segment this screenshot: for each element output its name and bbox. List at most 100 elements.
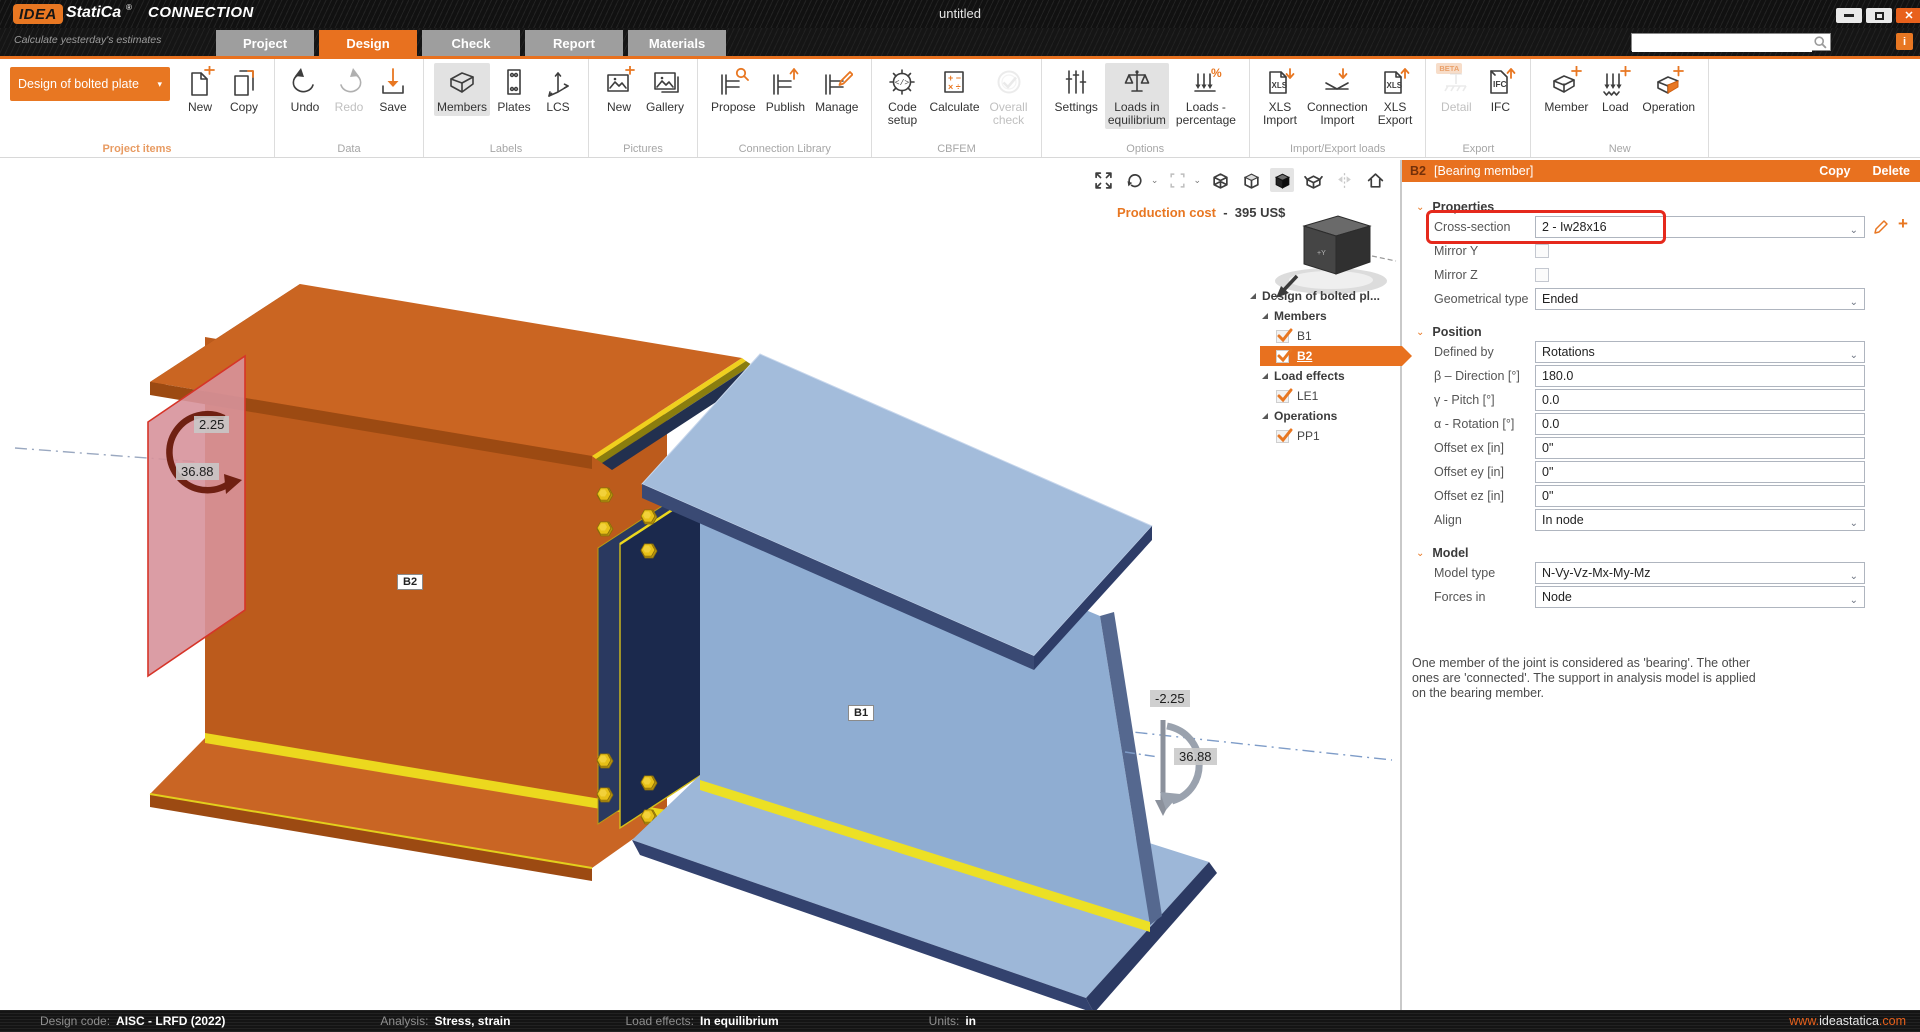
tree-expander-icon[interactable] xyxy=(1262,373,1268,379)
ribbon-button-code-setup[interactable]: </>Codesetup xyxy=(882,63,922,129)
ribbon-button-copy[interactable]: Copy xyxy=(224,63,264,116)
ribbon-button-gallery[interactable]: Gallery xyxy=(643,63,687,116)
chevron-down-icon[interactable]: ⌄ xyxy=(1850,567,1858,587)
ribbon-button-label: Undo xyxy=(291,101,320,114)
ribbon-button-new[interactable]: New xyxy=(180,63,220,116)
chevron-down-icon[interactable]: ⌄ xyxy=(1850,591,1858,611)
ribbon-button-xls-import[interactable]: XLSXLSImport xyxy=(1260,63,1300,129)
rotate-view-icon[interactable] xyxy=(1123,168,1147,192)
ribbon-button-save[interactable]: Save xyxy=(373,63,413,116)
input-field-rotation[interactable]: 0.0 xyxy=(1535,413,1865,435)
ribbon-button-new[interactable]: New xyxy=(599,63,639,116)
tab-check[interactable]: Check xyxy=(422,30,520,56)
input-field-offset-ey-in[interactable]: 0" xyxy=(1535,461,1865,483)
checkbox[interactable] xyxy=(1276,430,1289,443)
home-view-icon[interactable] xyxy=(1363,168,1387,192)
bearing-member-note: One member of the joint is considered as… xyxy=(1412,656,1772,701)
tree-item-le1[interactable]: LE1 xyxy=(1238,386,1398,406)
cube-wireframe-icon[interactable] xyxy=(1208,168,1232,192)
tree-expander-icon[interactable] xyxy=(1262,313,1268,319)
ribbon-button-redo: Redo xyxy=(329,63,369,116)
dropdown-defined-by[interactable]: Rotations⌄ xyxy=(1535,341,1865,363)
input-field-offset-ex-in[interactable]: 0" xyxy=(1535,437,1865,459)
ribbon-button-connection-import[interactable]: ConnectionImport xyxy=(1304,63,1371,129)
ribbon-button-load[interactable]: Load xyxy=(1595,63,1635,116)
minimize-button[interactable] xyxy=(1836,8,1862,23)
tab-design[interactable]: Design xyxy=(319,30,417,56)
cube-solid-icon[interactable] xyxy=(1270,168,1294,192)
chevron-down-icon: ⌄ xyxy=(1416,327,1424,338)
ribbon-button-operation[interactable]: Operation xyxy=(1639,63,1698,116)
member-label-b2[interactable]: B2 xyxy=(397,574,423,590)
cube-hidden-line-icon[interactable] xyxy=(1239,168,1263,192)
project-item-selector[interactable]: Design of bolted plate▾ xyxy=(10,67,170,101)
input-field-pitch[interactable]: 0.0 xyxy=(1535,389,1865,411)
model-viewport[interactable]: +Y ⌄⌄ Production cost - 395 US$ Design o… xyxy=(0,160,1397,1010)
dropdown-model-type[interactable]: N-Vy-Vz-Mx-My-Mz⌄ xyxy=(1535,562,1865,584)
ribbon-button-undo[interactable]: Undo xyxy=(285,63,325,116)
ribbon-button-members[interactable]: Members xyxy=(434,63,490,116)
ribbon-button-ifc[interactable]: IFCIFC xyxy=(1480,63,1520,116)
section-header-position[interactable]: ⌄Position xyxy=(1416,323,1482,341)
ribbon-button-calculate[interactable]: + −× ÷Calculate xyxy=(926,63,982,116)
tree-expander-icon[interactable] xyxy=(1262,413,1268,419)
input-field-offset-ez-in[interactable]: 0" xyxy=(1535,485,1865,507)
tab-materials[interactable]: Materials xyxy=(628,30,726,56)
ribbon-button-propose[interactable]: Propose xyxy=(708,63,759,116)
member-label-b1[interactable]: B1 xyxy=(848,705,874,721)
tab-project[interactable]: Project xyxy=(216,30,314,56)
ribbon-button-member[interactable]: Member xyxy=(1541,63,1591,116)
tree-expander-icon[interactable] xyxy=(1250,293,1256,299)
ribbon-button-lcs[interactable]: LCS xyxy=(538,63,578,116)
tree-item-pp1[interactable]: PP1 xyxy=(1238,426,1398,446)
maximize-button[interactable] xyxy=(1866,8,1892,23)
website-link[interactable]: www.ideastatica.com xyxy=(1789,1014,1906,1028)
search-box[interactable] xyxy=(1631,33,1831,51)
search-input[interactable] xyxy=(1632,36,1812,52)
zoom-fit-icon[interactable] xyxy=(1092,168,1116,192)
edit-cross-section-icon[interactable] xyxy=(1872,218,1890,241)
undo-icon xyxy=(288,65,322,99)
tree-item-b1[interactable]: B1 xyxy=(1238,326,1398,346)
chevron-down-icon[interactable]: ⌄ xyxy=(1193,175,1201,186)
ribbon-button-xls-export[interactable]: XLSXLSExport xyxy=(1375,63,1416,129)
property-label-mirror-z: Mirror Z xyxy=(1434,264,1478,286)
chevron-down-icon[interactable]: ⌄ xyxy=(1850,293,1858,313)
section-header-model[interactable]: ⌄Model xyxy=(1416,544,1469,562)
search-icon[interactable] xyxy=(1813,35,1828,55)
ribbon-button-publish[interactable]: Publish xyxy=(763,63,808,116)
chevron-down-icon[interactable]: ⌄ xyxy=(1850,346,1858,366)
tree-root[interactable]: Design of bolted pl... xyxy=(1238,286,1398,306)
tree-group-load-effects[interactable]: Load effects xyxy=(1238,366,1398,386)
input-field-direction[interactable]: 180.0 xyxy=(1535,365,1865,387)
ribbon-button-loads-in-equilibrium[interactable]: Loads inequilibrium xyxy=(1105,63,1169,129)
checkbox-mirror-z[interactable] xyxy=(1535,268,1549,282)
cube-transparent-icon[interactable] xyxy=(1301,168,1325,192)
ribbon-button-settings[interactable]: Settings xyxy=(1052,63,1101,116)
info-button[interactable]: i xyxy=(1896,33,1913,50)
dropdown-align[interactable]: In node⌄ xyxy=(1535,509,1865,531)
add-cross-section-button[interactable]: + xyxy=(1898,214,1908,234)
checkbox[interactable] xyxy=(1276,350,1289,363)
dropdown-forces-in[interactable]: Node⌄ xyxy=(1535,586,1865,608)
checkbox[interactable] xyxy=(1276,330,1289,343)
beam-b1-blue[interactable] xyxy=(632,354,1217,1010)
production-cost: Production cost - 395 US$ xyxy=(1117,205,1285,220)
chevron-down-icon[interactable]: ⌄ xyxy=(1151,175,1159,186)
ribbon-button-plates[interactable]: Plates xyxy=(494,63,534,116)
dropdown-geometrical-type[interactable]: Ended⌄ xyxy=(1535,288,1865,310)
checkbox-mirror-y[interactable] xyxy=(1535,244,1549,258)
ribbon-button-label: Manage xyxy=(815,101,858,114)
ribbon-button-manage[interactable]: Manage xyxy=(812,63,861,116)
tab-report[interactable]: Report xyxy=(525,30,623,56)
tree-group-operations[interactable]: Operations xyxy=(1238,406,1398,426)
tree-group-members[interactable]: Members xyxy=(1238,306,1398,326)
chevron-down-icon[interactable]: ⌄ xyxy=(1850,514,1858,534)
chevron-down-icon[interactable]: ⌄ xyxy=(1850,221,1858,241)
checkbox[interactable] xyxy=(1276,390,1289,403)
ribbon-button-loads-percentage[interactable]: %Loads -percentage xyxy=(1173,63,1239,129)
tree-item-b2[interactable]: B2 xyxy=(1238,346,1398,366)
svg-text:%: % xyxy=(1211,66,1222,80)
close-button[interactable]: ✕ xyxy=(1896,8,1920,23)
ribbon-group-title: Data xyxy=(275,143,423,155)
